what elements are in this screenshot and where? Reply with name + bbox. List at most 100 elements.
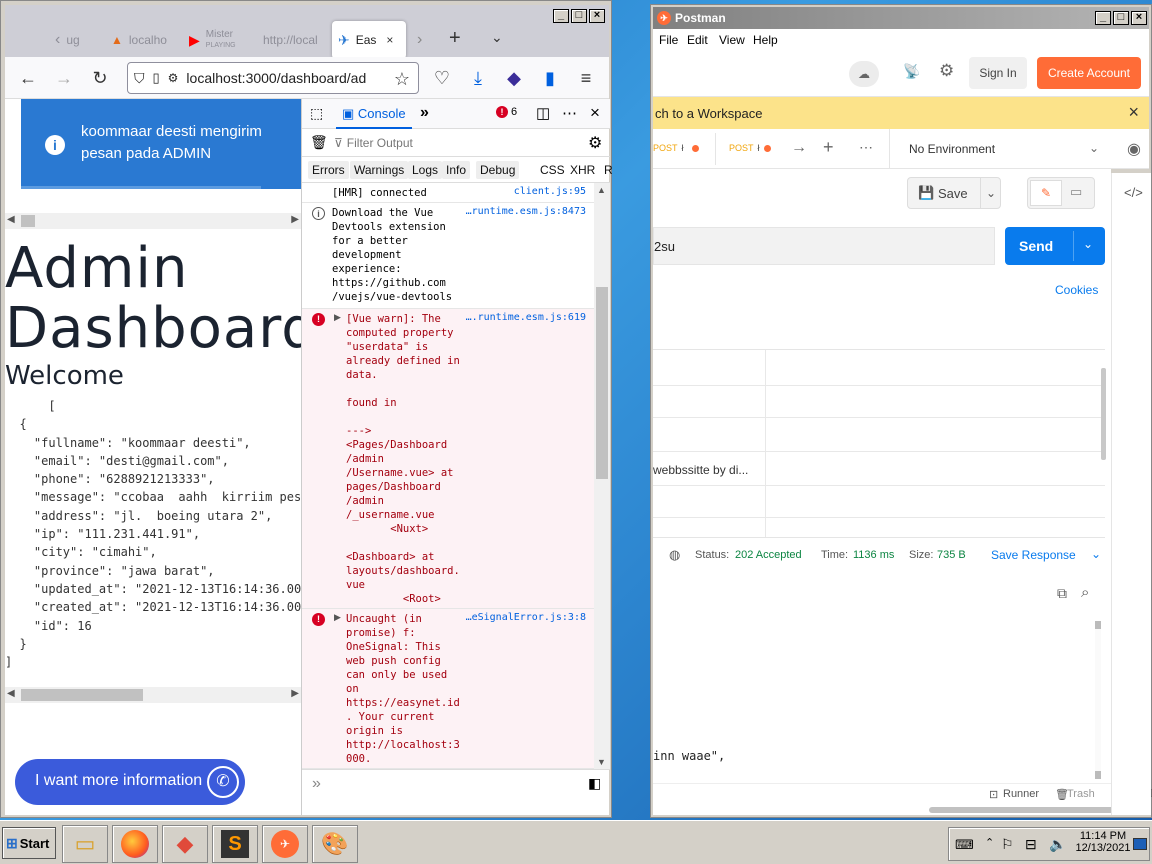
capture-icon[interactable]: 📡 xyxy=(903,63,920,80)
extension-icon[interactable]: ◆ xyxy=(501,65,527,91)
close-banner-icon[interactable]: × xyxy=(1128,102,1139,123)
minimize-button[interactable]: _ xyxy=(1095,11,1111,25)
table-row[interactable] xyxy=(653,486,1105,518)
scroll-thumb[interactable] xyxy=(596,287,608,479)
close-button[interactable]: × xyxy=(1131,11,1147,25)
tray-expand-icon[interactable]: ⌃ xyxy=(985,836,994,849)
tab-1[interactable]: ‹ ug xyxy=(49,21,95,59)
horizontal-scrollbar-bottom[interactable]: ◀ ▶ xyxy=(5,687,301,703)
network-icon[interactable]: ⊟ xyxy=(1025,836,1037,853)
trash-icon[interactable]: 🗑 xyxy=(310,134,328,151)
chevron-down-icon[interactable]: ⌄ xyxy=(986,186,996,200)
new-tab-icon[interactable]: + xyxy=(449,27,461,50)
settings-gear-icon[interactable]: ⚙ xyxy=(939,61,954,81)
request-url-input[interactable]: 2su xyxy=(653,227,995,265)
menu-help[interactable]: Help xyxy=(753,33,778,47)
firefox-taskbar-icon[interactable] xyxy=(112,825,158,863)
console-input[interactable]: » ◧ xyxy=(302,769,610,799)
forward-icon[interactable]: → xyxy=(51,65,77,91)
expand-arrow-icon[interactable]: ▶ xyxy=(334,312,341,323)
search-icon[interactable]: ⌕ xyxy=(1081,584,1089,601)
flag-icon[interactable]: ⚐ xyxy=(1001,836,1014,853)
vscode-taskbar-icon[interactable]: ◆ xyxy=(162,825,208,863)
request-tab-1[interactable]: POST ł xyxy=(653,143,699,153)
filter-input[interactable]: ⊽ Filter Output xyxy=(334,133,578,153)
paint-taskbar-icon[interactable]: 🎨 xyxy=(312,825,358,863)
scroll-thumb[interactable] xyxy=(929,807,1141,813)
close-tab-icon[interactable]: × xyxy=(386,33,393,47)
volume-icon[interactable]: 🔈 xyxy=(1049,836,1066,853)
edit-pencil-icon[interactable]: ✎ xyxy=(1030,180,1062,206)
expand-arrow-icon[interactable]: ▶ xyxy=(334,612,341,623)
offline-cloud-icon[interactable]: ☁ xyxy=(849,61,879,87)
scroll-thumb[interactable] xyxy=(21,215,35,227)
console-scrollbar[interactable]: ▲ ▼ xyxy=(594,183,610,769)
more-tabs-icon[interactable]: » xyxy=(420,104,429,122)
save-button[interactable]: Save xyxy=(938,186,968,201)
filter-warnings[interactable]: Warnings xyxy=(350,161,409,179)
show-desktop-icon[interactable] xyxy=(1133,838,1147,850)
whatsapp-chat-button[interactable]: I want more information ✆ xyxy=(15,759,245,805)
back-icon[interactable]: ← xyxy=(15,65,41,91)
postman-taskbar-icon[interactable]: ✈ xyxy=(262,825,308,863)
scroll-up-icon[interactable]: ▲ xyxy=(597,185,606,195)
tab-easynet[interactable]: ✈ Eas × xyxy=(332,21,406,59)
chevron-down-icon[interactable]: ⌄ xyxy=(491,29,503,46)
url-bar[interactable]: ⛉ ▯ ⚙ localhost:3000/dashboard/ad xyxy=(127,62,419,94)
explorer-taskbar-icon[interactable]: ▭ xyxy=(62,825,108,863)
tab-youtube[interactable]: ▶ Mister PLAYING xyxy=(183,21,249,59)
scroll-right-icon[interactable]: ▶ xyxy=(291,214,299,225)
chevron-right-icon[interactable]: › xyxy=(417,31,422,49)
code-icon[interactable]: </> xyxy=(1124,185,1143,200)
scroll-down-icon[interactable]: ▼ xyxy=(597,757,606,767)
pocket-icon[interactable]: ♡ xyxy=(429,65,455,91)
start-button[interactable]: ⊞ Start xyxy=(2,827,56,859)
copy-icon[interactable]: ⧉ xyxy=(1057,585,1067,602)
clock[interactable]: 11:14 PM 12/13/2021 xyxy=(1075,830,1131,854)
scroll-thumb[interactable] xyxy=(1095,621,1101,629)
table-row[interactable] xyxy=(653,418,1105,452)
request-tab-2[interactable]: POST ł xyxy=(729,143,771,153)
minimize-button[interactable]: _ xyxy=(553,9,569,23)
download-icon[interactable]: ⤓ xyxy=(465,65,491,91)
more-options-icon[interactable]: ⋯ xyxy=(562,104,577,122)
filter-logs[interactable]: Logs xyxy=(408,161,443,179)
chevron-down-icon[interactable]: ⌄ xyxy=(1091,547,1101,561)
scroll-thumb[interactable] xyxy=(1101,368,1106,460)
source-link[interactable]: …eSignalError.js:3:8 xyxy=(466,612,586,623)
close-devtools-icon[interactable]: × xyxy=(590,103,600,123)
cookies-link[interactable]: Cookies xyxy=(1055,283,1098,297)
table-row[interactable] xyxy=(653,386,1105,418)
scroll-left-icon[interactable]: ◀ xyxy=(7,688,15,699)
reload-icon[interactable]: ↻ xyxy=(87,65,113,91)
filter-errors[interactable]: Errors xyxy=(308,161,349,179)
filter-debug[interactable]: Debug xyxy=(476,161,520,179)
chevron-down-icon[interactable]: ⌄ xyxy=(1089,141,1099,155)
dock-icon[interactable]: ◫ xyxy=(536,104,550,122)
notification-toast[interactable]: i koommaar deesti mengirim pesan pada AD… xyxy=(21,99,301,189)
close-button[interactable]: × xyxy=(589,9,605,23)
environment-select[interactable]: No Environment xyxy=(909,142,995,156)
horizontal-scrollbar[interactable]: ◀ ▶ xyxy=(5,213,301,229)
filter-css[interactable]: CSS xyxy=(536,161,569,179)
tab-http-local[interactable]: http://local xyxy=(257,21,327,59)
horizontal-scrollbar[interactable] xyxy=(653,805,1149,815)
inspector-pick-icon[interactable]: ⬚ xyxy=(310,105,323,122)
tab-localhost[interactable]: ▲ localho xyxy=(105,21,173,59)
source-link[interactable]: ….runtime.esm.js:619 xyxy=(466,312,586,323)
arrow-right-icon[interactable]: → xyxy=(791,139,807,157)
mobile-icon[interactable]: ▮ xyxy=(537,65,563,91)
response-scrollbar[interactable] xyxy=(1095,621,1101,779)
sign-in-button[interactable]: Sign In xyxy=(969,57,1027,89)
chevron-down-icon[interactable]: ⌄ xyxy=(1083,237,1093,251)
bookmark-star-icon[interactable]: ☆ xyxy=(389,66,415,92)
scroll-thumb[interactable] xyxy=(1095,771,1101,779)
sublime-taskbar-icon[interactable]: S xyxy=(212,825,258,863)
save-response-button[interactable]: Save Response xyxy=(991,548,1076,562)
scroll-left-icon[interactable]: ◀ xyxy=(7,214,15,225)
send-button[interactable]: Send xyxy=(1019,238,1053,254)
menu-edit[interactable]: Edit xyxy=(687,33,708,47)
source-link[interactable]: client.js:95 xyxy=(514,186,586,197)
tab-console[interactable]: ▣ Console xyxy=(336,99,412,129)
editor-mode-icon[interactable]: ◧ xyxy=(588,775,601,792)
